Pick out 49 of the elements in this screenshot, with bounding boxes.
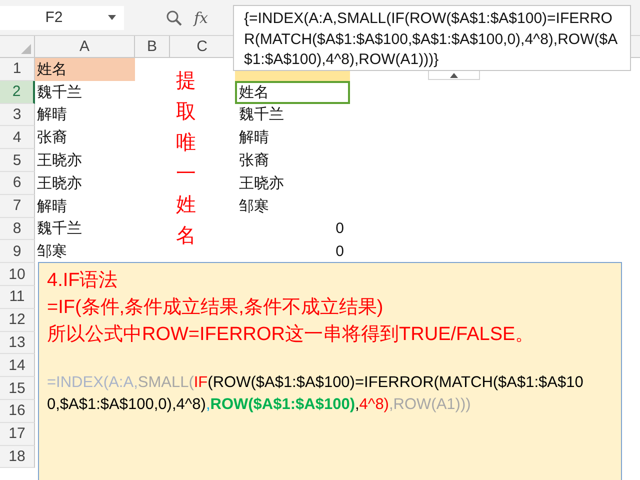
annotation-text: 提取唯一姓名 [176, 69, 196, 249]
function-button[interactable]: fx [194, 8, 208, 26]
table-cell: 王晓亦 [239, 174, 284, 193]
row-header[interactable]: 10 [0, 263, 35, 286]
formula-bar[interactable]: {=INDEX(A:A,SMALL(IF(ROW($A$1:$A$100)=IFERROR(MATCH($A$1:$A$100,$A$1:$A$100,0),4^8),ROW($A$1:$A$100),4^8),ROW(A1)))} [233, 5, 631, 71]
table-cell: 0 [336, 220, 344, 238]
note-text: 4.IF语法 [47, 269, 119, 293]
table-cell: 姓名 [37, 60, 67, 79]
collapse-button[interactable] [428, 71, 480, 80]
formula-text: =INDEX(A:A,SMALL(IF(ROW($A$1:$A$100)=IFERROR(MATCH($A$1:$A$100,$A$1:$A$100,0),4^8),ROW($A$1:$A$100),4^8),ROW(A1))) [47, 373, 584, 415]
table-cell: 解晴 [37, 196, 67, 216]
row-header[interactable]: 11 [0, 286, 35, 309]
caret-icon [108, 15, 116, 20]
table-cell: 0 [336, 243, 344, 260]
zoom-icon[interactable] [166, 10, 182, 26]
table-cell: 王晓亦 [37, 174, 82, 193]
row-header[interactable]: 8 [0, 218, 35, 240]
table-cell: 张裔 [37, 128, 67, 148]
row-header[interactable]: 14 [0, 354, 35, 378]
table-cell: 魏千兰 [37, 219, 82, 238]
row-header[interactable]: 13 [0, 332, 35, 354]
row-header[interactable]: 5 [0, 149, 35, 172]
table-cell: 张裔 [239, 151, 269, 170]
row-header[interactable]: 9 [0, 240, 35, 264]
row-header[interactable]: 16 [0, 400, 35, 423]
row-header[interactable]: 1 [0, 58, 35, 81]
row-header[interactable]: 6 [0, 172, 35, 195]
table-cell: 邹寒 [37, 242, 67, 262]
table-cell: 解晴 [37, 105, 67, 124]
row-header[interactable]: 7 [0, 194, 35, 218]
table-cell: 邹寒 [239, 196, 269, 216]
note-text: =IF(条件,条件成立结果,条件不成立结果) [47, 296, 384, 320]
table-cell: 魏千兰 [239, 105, 284, 124]
table-cell: 王晓亦 [37, 151, 82, 170]
row-header[interactable]: 2 [0, 80, 35, 104]
row-header[interactable]: 17 [0, 422, 35, 446]
name-box[interactable]: F2 [0, 6, 124, 30]
table-cell: 解晴 [239, 128, 269, 148]
row-header[interactable]: 18 [0, 446, 35, 468]
row-header[interactable]: 4 [0, 126, 35, 150]
row-header[interactable]: 3 [0, 104, 35, 126]
note-text: 所以公式中ROW=IFERROR这一串将得到TRUE/FALSE。 [47, 323, 536, 347]
table-cell: 魏千兰 [37, 82, 82, 102]
triangle-icon [21, 44, 31, 54]
row-header[interactable]: 12 [0, 308, 35, 332]
table-cell: 姓名 [239, 82, 269, 102]
column-header[interactable]: A [35, 36, 135, 57]
column-header[interactable]: B [135, 36, 170, 57]
row-header[interactable]: 15 [0, 377, 35, 400]
